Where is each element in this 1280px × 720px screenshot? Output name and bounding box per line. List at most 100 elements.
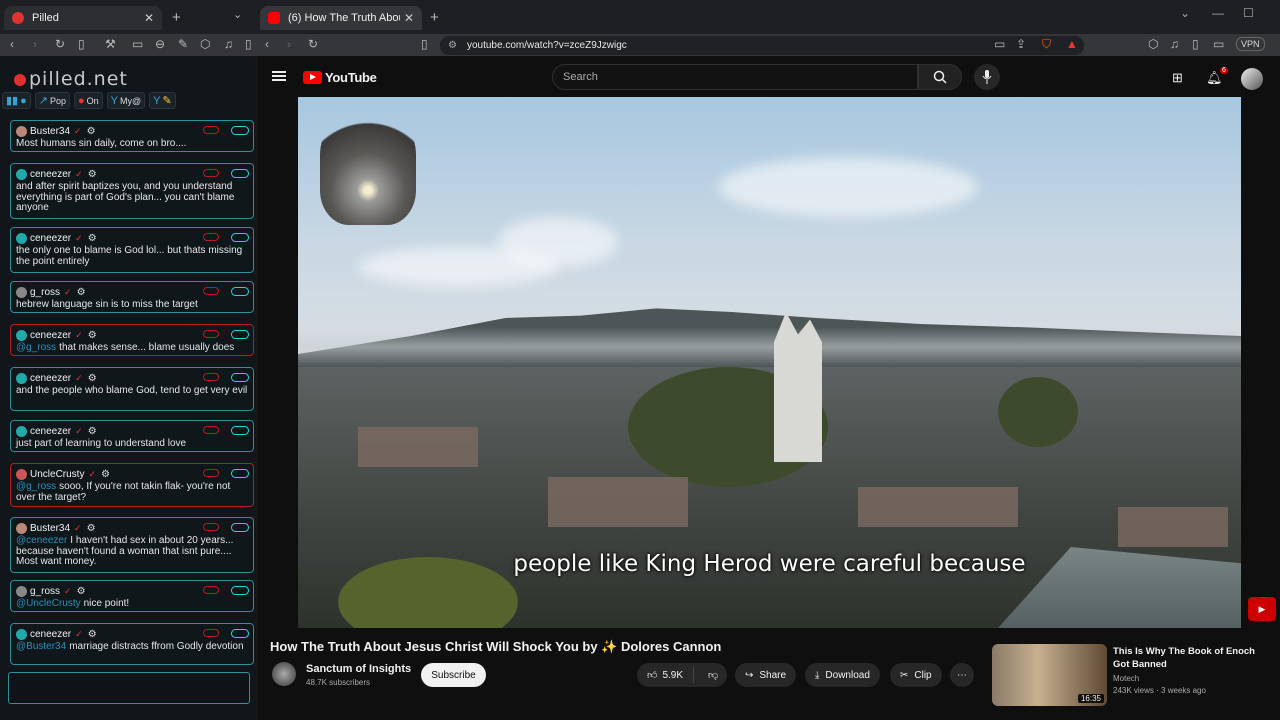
mute-toggle[interactable]: [203, 469, 219, 477]
tab-youtube[interactable]: (6) How The Truth About Jes ✕: [260, 6, 422, 30]
cast-icon[interactable]: ▭: [994, 37, 1005, 51]
gear-icon[interactable]: ⚙: [88, 233, 97, 244]
back-icon[interactable]: ‹: [265, 37, 269, 51]
username[interactable]: UncleCrusty: [30, 469, 84, 480]
username[interactable]: ceneezer: [30, 629, 71, 640]
recommended-video[interactable]: 16:35 This Is Why The Book of Enoch Got …: [992, 644, 1262, 706]
channel-name[interactable]: Sanctum of Insights: [306, 663, 411, 675]
mute-toggle[interactable]: [203, 523, 219, 531]
youtube-logo[interactable]: YouTube: [303, 70, 377, 85]
username[interactable]: g_ross: [30, 287, 60, 298]
wallet-icon[interactable]: ▭: [1213, 37, 1224, 51]
like-button[interactable]: 👍︎ 5.9K: [637, 667, 695, 683]
user-avatar[interactable]: [1241, 68, 1263, 90]
username[interactable]: ceneezer: [30, 373, 71, 384]
minimize-button[interactable]: —: [1212, 6, 1224, 20]
visibility-toggle[interactable]: [231, 469, 249, 478]
mentions-button[interactable]: Y My@: [106, 92, 146, 109]
subscribe-button[interactable]: Subscribe: [421, 663, 486, 687]
mute-toggle[interactable]: [203, 126, 219, 134]
mention-link[interactable]: @Buster34: [16, 641, 66, 652]
filter-button[interactable]: Y ✎: [149, 92, 176, 109]
mute-toggle[interactable]: [203, 287, 219, 295]
extension-icon[interactable]: ⬡: [200, 37, 210, 51]
gear-icon[interactable]: ⚙: [101, 469, 110, 480]
recommended-title[interactable]: This Is Why The Book of Enoch Got Banned: [1113, 645, 1263, 671]
chat-input[interactable]: [8, 672, 250, 704]
voice-search-button[interactable]: [974, 64, 1000, 90]
share-icon[interactable]: ⇪: [1016, 37, 1026, 51]
create-icon[interactable]: ⊞: [1172, 70, 1183, 86]
gear-icon[interactable]: ⚙: [77, 287, 86, 298]
mention-link[interactable]: @g_ross: [16, 481, 56, 492]
visibility-toggle[interactable]: [231, 586, 249, 595]
visibility-toggle[interactable]: [231, 126, 249, 135]
username[interactable]: ceneezer: [30, 233, 71, 244]
pop-button[interactable]: ↗ Pop: [34, 92, 70, 109]
panel-icon[interactable]: ▯: [245, 37, 252, 51]
tab-list-chevron-icon[interactable]: ⌄: [233, 8, 242, 21]
mention-link[interactable]: @ceneezer: [16, 535, 67, 546]
username[interactable]: ceneezer: [30, 169, 71, 180]
reload-icon[interactable]: ↻: [55, 37, 65, 51]
username[interactable]: Buster34: [30, 126, 70, 137]
screen-icon[interactable]: ▭: [132, 37, 143, 51]
new-tab-button[interactable]: +: [172, 9, 181, 26]
music-icon[interactable]: ♫: [224, 37, 233, 51]
gear-icon[interactable]: ⚙: [77, 586, 86, 597]
media-icon[interactable]: ♫: [1170, 37, 1179, 51]
more-actions-button[interactable]: ⋯: [950, 663, 974, 687]
mute-toggle[interactable]: [203, 426, 219, 434]
site-info-icon[interactable]: ⚙: [448, 40, 457, 51]
mute-toggle[interactable]: [203, 169, 219, 177]
mute-toggle[interactable]: [203, 330, 219, 338]
dislike-button[interactable]: 👎︎: [700, 669, 726, 681]
sidebar-icon[interactable]: ▯: [1192, 37, 1199, 51]
close-tab-icon[interactable]: ✕: [144, 11, 154, 25]
share-button[interactable]: ↪ Share: [735, 663, 797, 687]
address-bar[interactable]: ⚙ youtube.com/watch?v=zceZ9Jzwigc: [440, 36, 1084, 55]
forward-icon[interactable]: ›: [287, 37, 291, 51]
forward-icon[interactable]: ›: [33, 37, 37, 51]
tools-icon[interactable]: ⚒: [105, 37, 116, 51]
download-button[interactable]: ⤓ Download: [805, 663, 880, 687]
username[interactable]: Buster34: [30, 523, 70, 534]
mute-toggle[interactable]: [203, 586, 219, 594]
tab-pilled[interactable]: Pilled ✕: [4, 6, 162, 30]
rewards-icon[interactable]: ▲: [1066, 37, 1078, 51]
gear-icon[interactable]: ⚙: [88, 373, 97, 384]
mute-toggle[interactable]: [203, 373, 219, 381]
username[interactable]: ceneezer: [30, 426, 71, 437]
edit-icon[interactable]: ✎: [178, 37, 188, 51]
new-tab-button[interactable]: +: [430, 9, 439, 26]
gear-icon[interactable]: ⚙: [88, 330, 97, 341]
back-icon[interactable]: ‹: [10, 37, 14, 51]
close-tab-icon[interactable]: ✕: [404, 11, 414, 25]
mute-toggle[interactable]: [203, 233, 219, 241]
zoom-icon[interactable]: ⊖: [155, 37, 165, 51]
recommended-thumbnail[interactable]: 16:35: [992, 644, 1107, 706]
visibility-toggle[interactable]: [231, 233, 249, 242]
visibility-toggle[interactable]: [231, 523, 249, 532]
menu-icon[interactable]: [272, 71, 286, 81]
recommended-channel[interactable]: Motech: [1113, 674, 1139, 683]
visibility-toggle[interactable]: [231, 373, 249, 382]
extensions-icon[interactable]: ⬡: [1148, 37, 1158, 51]
tab-search-icon[interactable]: ⌄: [1180, 6, 1190, 20]
layout-button[interactable]: ▮▮ ●: [2, 92, 31, 109]
visibility-toggle[interactable]: [231, 287, 249, 296]
username[interactable]: ceneezer: [30, 330, 71, 341]
visibility-toggle[interactable]: [231, 629, 249, 638]
visibility-toggle[interactable]: [231, 426, 249, 435]
bookmark-icon[interactable]: ▯: [421, 37, 428, 51]
channel-avatar[interactable]: [272, 662, 296, 686]
visibility-toggle[interactable]: [231, 330, 249, 339]
vpn-button[interactable]: VPN: [1236, 37, 1265, 51]
search-input[interactable]: Search: [552, 64, 918, 90]
gear-icon[interactable]: ⚙: [87, 126, 96, 137]
brave-shield-icon[interactable]: ⛉: [1042, 37, 1051, 52]
visibility-toggle[interactable]: [231, 169, 249, 178]
video-player[interactable]: people like King Herod were careful beca…: [298, 97, 1241, 628]
bookmark-icon[interactable]: ▯: [78, 37, 85, 51]
mention-link[interactable]: @g_ross: [16, 342, 56, 353]
